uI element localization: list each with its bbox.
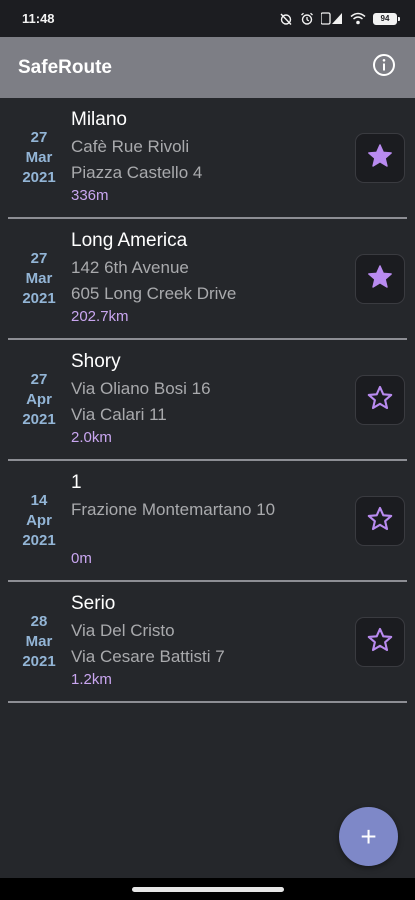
route-list: 27 Mar 2021 Milano Cafè Rue Rivoli Piazz… — [0, 98, 415, 703]
route-date: 28 Mar 2021 — [8, 582, 70, 701]
route-item[interactable]: 14 Apr 2021 1 Frazione Montemartano 10 0… — [8, 461, 407, 582]
alarm-off-icon — [279, 12, 293, 26]
navigation-bar — [0, 878, 415, 900]
signal-icon — [321, 12, 343, 25]
favorite-button[interactable] — [355, 375, 405, 425]
status-time: 11:48 — [22, 11, 55, 26]
route-day: 28 — [30, 612, 48, 630]
route-item[interactable]: 27 Apr 2021 Shory Via Oliano Bosi 16 Via… — [8, 340, 407, 461]
route-name: Long America — [71, 230, 188, 251]
route-year: 2021 — [22, 531, 56, 549]
route-year: 2021 — [22, 289, 56, 307]
star-outline-icon — [366, 384, 394, 417]
status-bar: 11:48 94 — [0, 0, 415, 37]
star-filled-icon — [366, 142, 394, 175]
route-distance: 202.7km — [71, 308, 129, 325]
battery-icon: 94 — [373, 12, 400, 25]
route-date: 27 Mar 2021 — [8, 98, 70, 217]
route-name: Shory — [71, 351, 121, 372]
info-icon — [372, 53, 396, 82]
route-day: 27 — [30, 249, 48, 267]
route-distance: 2.0km — [71, 429, 112, 446]
favorite-button[interactable] — [355, 133, 405, 183]
route-date: 14 Apr 2021 — [8, 461, 70, 580]
route-distance: 336m — [71, 187, 109, 204]
route-month: Mar — [25, 148, 53, 166]
route-distance: 1.2km — [71, 671, 112, 688]
route-date: 27 Mar 2021 — [8, 219, 70, 338]
route-name: Milano — [71, 109, 127, 130]
star-outline-icon — [366, 505, 394, 538]
route-date: 27 Apr 2021 — [8, 340, 70, 459]
route-year: 2021 — [22, 652, 56, 670]
star-outline-icon — [366, 626, 394, 659]
screen: 11:48 94 SafeRoute 27 Mar 2021 Milano Ca… — [0, 0, 415, 900]
route-name: 1 — [71, 472, 82, 493]
route-year: 2021 — [22, 168, 56, 186]
route-day: 14 — [30, 491, 48, 509]
alarm-icon — [300, 12, 314, 26]
route-year: 2021 — [22, 410, 56, 428]
route-month: Mar — [25, 269, 53, 287]
route-name: Serio — [71, 593, 116, 614]
route-item[interactable]: 27 Mar 2021 Long America 142 6th Avenue … — [8, 219, 407, 340]
info-button[interactable] — [371, 53, 397, 82]
route-month: Apr — [26, 511, 52, 529]
plus-icon: + — [360, 820, 377, 852]
route-day: 27 — [30, 370, 48, 388]
route-item[interactable]: 27 Mar 2021 Milano Cafè Rue Rivoli Piazz… — [8, 98, 407, 219]
status-icons: 94 — [279, 12, 400, 26]
route-day: 27 — [30, 128, 48, 146]
home-indicator[interactable] — [131, 886, 284, 892]
wifi-icon — [350, 12, 366, 25]
route-item[interactable]: 28 Mar 2021 Serio Via Del Cristo Via Ces… — [8, 582, 407, 703]
route-distance: 0m — [71, 550, 92, 567]
favorite-button[interactable] — [355, 617, 405, 667]
app-title: SafeRoute — [18, 56, 112, 78]
favorite-button[interactable] — [355, 496, 405, 546]
app-bar: SafeRoute — [0, 37, 415, 98]
star-filled-icon — [366, 263, 394, 296]
route-month: Mar — [25, 632, 53, 650]
add-route-button[interactable]: + — [339, 807, 398, 866]
route-month: Apr — [26, 390, 52, 408]
favorite-button[interactable] — [355, 254, 405, 304]
